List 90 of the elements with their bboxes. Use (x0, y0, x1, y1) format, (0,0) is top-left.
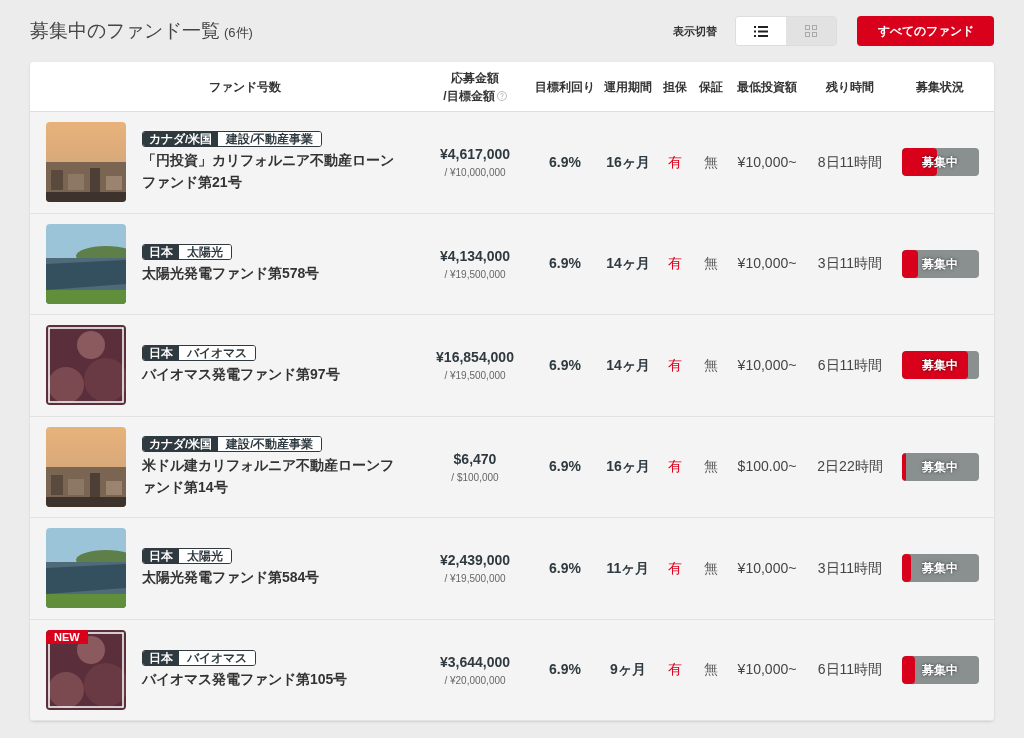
status-label: 募集中 (921, 255, 959, 273)
guarantee: 無 (703, 558, 719, 578)
minimum-investment: ¥10,000~ (736, 660, 798, 680)
target-yield: 6.9% (548, 457, 582, 477)
column-header: /目標金額 (443, 87, 495, 105)
region-tag: カナダ/米国 (143, 132, 219, 147)
all-funds-button[interactable]: すべてのファンド (857, 16, 994, 46)
category-tag: 太陽光 (179, 549, 231, 564)
remaining-time: 6日11時間 (816, 355, 884, 375)
column-header: 目標利回り (534, 78, 596, 96)
column-header: 応募金額 (451, 69, 499, 87)
column-header: 担保 (662, 78, 688, 96)
minimum-investment: ¥10,000~ (736, 558, 798, 578)
applied-amount: ¥16,854,000 (436, 348, 514, 368)
period: 14ヶ月 (605, 254, 651, 274)
status-label: 募集中 (921, 357, 959, 375)
list-icon (754, 25, 768, 37)
target-yield: 6.9% (548, 355, 582, 375)
guarantee: 無 (703, 254, 719, 274)
guarantee: 無 (703, 355, 719, 375)
new-badge: NEW (46, 629, 88, 644)
applied-amount: ¥2,439,000 (439, 551, 511, 571)
category-tag: 太陽光 (179, 244, 231, 259)
list-view-button[interactable] (736, 17, 786, 45)
column-header: 募集状況 (915, 78, 965, 96)
fund-name: バイオマス発電ファンド第105号 (142, 669, 349, 689)
remaining-time: 6日11時間 (816, 660, 884, 680)
collateral: 有 (667, 152, 683, 172)
status-label: 募集中 (921, 458, 959, 476)
period: 14ヶ月 (605, 355, 651, 375)
guarantee: 無 (703, 457, 719, 477)
remaining-time: 2日22時間 (816, 457, 884, 477)
column-header: 保証 (698, 78, 724, 96)
minimum-investment: ¥10,000~ (736, 355, 798, 375)
remaining-time: 3日11時間 (816, 558, 884, 578)
category-tag: 建設/不動産事業 (218, 132, 322, 147)
fund-name: 「円投資」カリフォルニア不動産ローンファンド第21号 (142, 151, 395, 193)
target-amount: / ¥19,500,000 (444, 369, 506, 384)
target-amount: / ¥19,500,000 (444, 267, 506, 282)
grid-icon (805, 25, 817, 37)
region-tag: 日本 (143, 244, 179, 259)
collateral: 有 (667, 660, 683, 680)
applied-amount: ¥4,617,000 (439, 145, 511, 165)
minimum-investment: ¥10,000~ (736, 152, 798, 172)
target-yield: 6.9% (548, 254, 582, 274)
region-tag: 日本 (143, 346, 179, 361)
category-tag: バイオマス (179, 650, 255, 665)
remaining-time: 3日11時間 (816, 254, 884, 274)
target-amount: / ¥10,000,000 (444, 166, 506, 181)
target-yield: 6.9% (548, 558, 582, 578)
column-header: ファンド号数 (208, 78, 282, 96)
collateral: 有 (667, 254, 683, 274)
column-header: 最低投資額 (736, 78, 798, 96)
page-title: 募集中のファンド一覧 (30, 18, 220, 43)
collateral: 有 (667, 558, 683, 578)
guarantee: 無 (703, 660, 719, 680)
target-amount: / ¥20,000,000 (444, 673, 506, 688)
fund-name: 米ドル建カリフォルニア不動産ローンファンド第14号 (142, 455, 395, 497)
period: 16ヶ月 (605, 152, 651, 172)
status-label: 募集中 (921, 560, 959, 578)
remaining-time: 8日11時間 (816, 152, 884, 172)
target-amount: / ¥19,500,000 (444, 572, 506, 587)
help-icon (496, 90, 507, 101)
column-header: 運用期間 (603, 78, 653, 96)
minimum-investment: $100.00~ (736, 457, 798, 477)
applied-amount: $6,470 (453, 449, 497, 469)
target-yield: 6.9% (548, 152, 582, 172)
status-label: 募集中 (921, 661, 959, 679)
period: 9ヶ月 (609, 660, 647, 680)
view-toggle-label: 表示切替 (673, 23, 717, 39)
fund-count: (6件) (224, 24, 253, 43)
collateral: 有 (667, 355, 683, 375)
applied-amount: ¥3,644,000 (439, 652, 511, 672)
target-amount: / $100,000 (451, 470, 499, 485)
category-tag: バイオマス (179, 346, 255, 361)
region-tag: 日本 (143, 650, 179, 665)
guarantee: 無 (703, 152, 719, 172)
fund-name: 太陽光発電ファンド第578号 (142, 263, 321, 283)
region-tag: カナダ/米国 (143, 436, 219, 451)
fund-name: 太陽光発電ファンド第584号 (142, 568, 321, 588)
minimum-investment: ¥10,000~ (736, 254, 798, 274)
region-tag: 日本 (143, 549, 179, 564)
fund-name: バイオマス発電ファンド第97号 (142, 365, 341, 385)
target-yield: 6.9% (548, 660, 582, 680)
period: 16ヶ月 (605, 457, 651, 477)
category-tag: 建設/不動産事業 (218, 436, 322, 451)
applied-amount: ¥4,134,000 (439, 246, 511, 266)
period: 11ヶ月 (605, 558, 651, 578)
column-header: 残り時間 (824, 78, 875, 96)
collateral: 有 (667, 457, 683, 477)
